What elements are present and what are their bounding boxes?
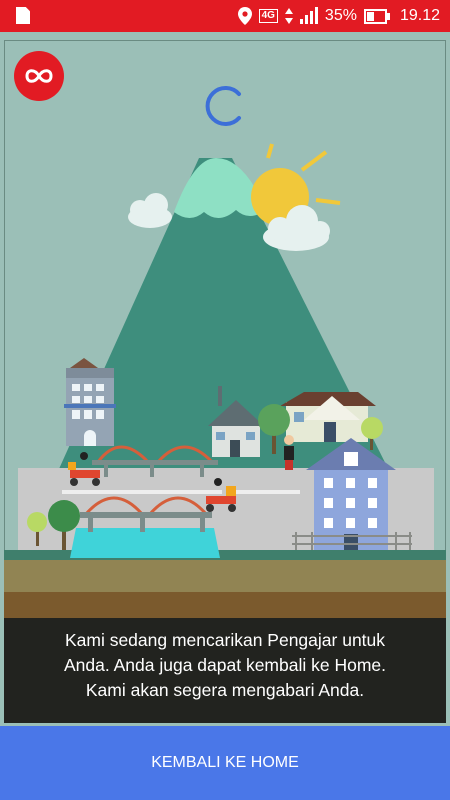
office-building bbox=[64, 358, 116, 446]
river bbox=[70, 528, 220, 558]
soil-layer bbox=[4, 592, 446, 620]
signal-icon bbox=[299, 7, 318, 24]
house-large bbox=[280, 392, 376, 442]
infinity-icon bbox=[25, 69, 53, 83]
clock: 19.12 bbox=[399, 7, 440, 24]
network-4g-icon: 4G bbox=[258, 9, 278, 23]
loading-spinner bbox=[205, 86, 241, 126]
back-to-home-button[interactable]: KEMBALI KE HOME bbox=[0, 726, 450, 800]
sand-layer bbox=[4, 560, 446, 592]
pedestrian bbox=[284, 435, 294, 470]
battery-percent: 35% bbox=[324, 7, 357, 24]
searching-message: Kami sedang mencarikan Pengajar untuk An… bbox=[63, 630, 386, 700]
battery-icon bbox=[363, 8, 390, 24]
data-arrows-icon bbox=[284, 8, 293, 24]
location-icon bbox=[237, 7, 252, 25]
sim-card-icon bbox=[16, 7, 30, 24]
app-logo bbox=[14, 51, 64, 101]
status-bar: 4G 35% 19.12 bbox=[0, 0, 450, 32]
